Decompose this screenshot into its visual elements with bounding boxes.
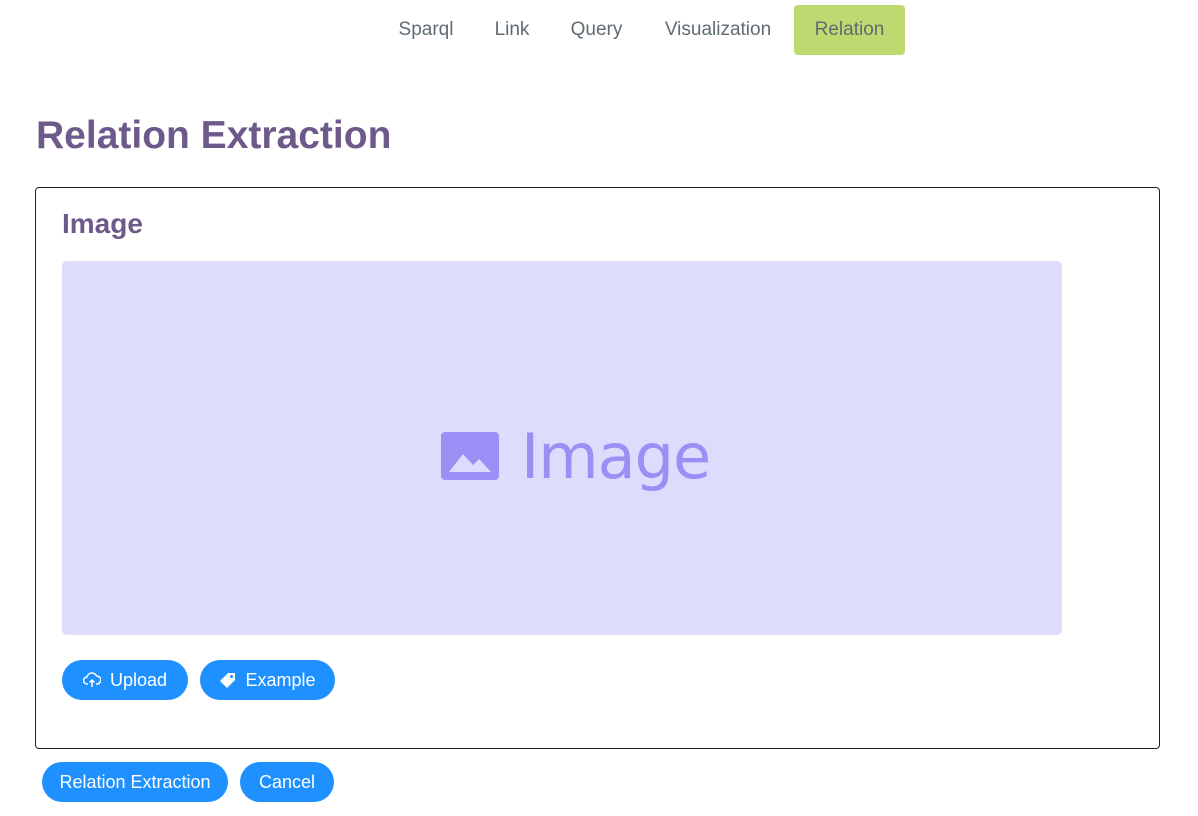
- image-placeholder: Image: [441, 419, 711, 493]
- nav-item-relation[interactable]: Relation: [794, 5, 905, 55]
- panel-title: Image: [62, 208, 143, 239]
- relation-extraction-button[interactable]: Relation Extraction: [42, 762, 228, 802]
- cloud-upload-icon: [82, 672, 101, 687]
- example-button[interactable]: Example: [200, 660, 335, 700]
- upload-button[interactable]: Upload: [62, 660, 188, 700]
- top-nav: Sparql Link Query Visualization Relation: [0, 5, 1198, 55]
- nav-item-sparql[interactable]: Sparql: [384, 5, 468, 55]
- tag-icon: [220, 672, 236, 688]
- image-panel: Image Image Upload Example: [35, 187, 1160, 749]
- cancel-button[interactable]: Cancel: [240, 762, 334, 802]
- image-placeholder-text: Image: [521, 419, 711, 493]
- example-button-label: Example: [245, 669, 316, 690]
- nav-item-query[interactable]: Query: [557, 5, 636, 55]
- image-icon: [441, 432, 499, 480]
- image-dropzone[interactable]: Image: [62, 261, 1062, 635]
- nav-item-link[interactable]: Link: [480, 5, 544, 55]
- page-title: Relation Extraction: [36, 114, 392, 157]
- upload-button-label: Upload: [109, 669, 168, 690]
- nav-item-visualization[interactable]: Visualization: [652, 5, 784, 55]
